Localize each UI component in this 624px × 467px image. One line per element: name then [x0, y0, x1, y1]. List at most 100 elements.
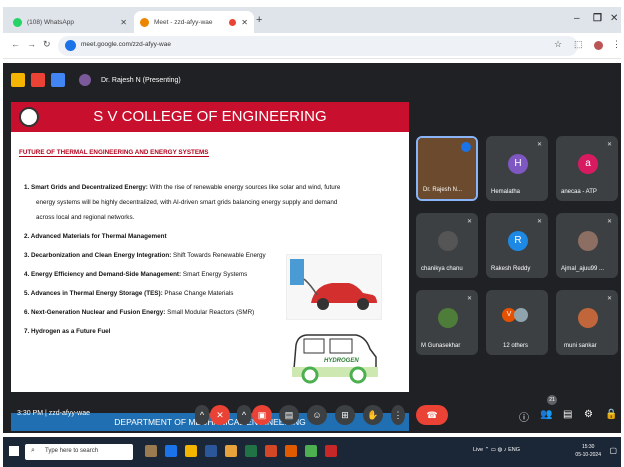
slide-point: 2. Advanced Materials for Thermal Manage…	[24, 233, 167, 240]
firefox-icon[interactable]	[285, 445, 297, 457]
record-icon[interactable]	[31, 73, 45, 87]
meeting-time: 3:30 PM | zzd-afyy-wae	[17, 410, 91, 417]
mic-off-icon: ✕	[606, 142, 612, 148]
activities-icon[interactable]: ⚙	[584, 409, 593, 420]
powerpoint-icon[interactable]	[265, 445, 277, 457]
slide-point: 4. Energy Efficiency and Demand-Side Man…	[24, 271, 248, 278]
tab-label: Meet - zzd-afyy-wae	[154, 18, 213, 26]
tab-meet[interactable]: Meet - zzd-afyy-wae ✕	[134, 11, 254, 33]
info-icon[interactable]: ⓘ	[519, 409, 529, 424]
participant-name: Hemalatha	[491, 189, 521, 195]
audio-options-icon[interactable]: ^	[195, 405, 209, 425]
slide-header: S V COLLEGE OF ENGINEERING	[11, 102, 409, 132]
emoji-button[interactable]: ☺	[307, 405, 327, 425]
browser-tab-bar: (108) WhatsApp ✕ Meet - zzd-afyy-wae ✕ +…	[3, 7, 621, 33]
notification-icon[interactable]: ▢	[609, 446, 617, 455]
participant-tile[interactable]: ✕ M Gunasekhar	[416, 290, 478, 355]
host-controls-icon[interactable]: 🔒	[605, 409, 617, 420]
participant-tile[interactable]: V 12 others	[486, 290, 548, 355]
slide-title: S V COLLEGE OF ENGINEERING	[93, 108, 327, 125]
mic-off-button[interactable]: ✕	[210, 405, 230, 425]
participant-tile[interactable]: ✕ muni sankar	[556, 290, 618, 355]
windows-start-icon[interactable]	[9, 446, 19, 456]
tab-whatsapp[interactable]: (108) WhatsApp ✕	[7, 11, 133, 33]
slide-point: 6. Next-Generation Nuclear and Fusion En…	[24, 309, 255, 316]
search-icon: ⌕	[31, 447, 35, 454]
avatar: R	[508, 231, 528, 251]
people-icon[interactable]: 👥	[540, 409, 552, 420]
app-icon[interactable]	[225, 445, 237, 457]
participant-tile[interactable]: ✕ R Rakesh Reddy	[486, 213, 548, 278]
taskbar: ⌕ Type here to search Live ⌃ ▭ ◍ ♪ ENG 1…	[3, 437, 621, 467]
file-explorer-icon[interactable]	[185, 445, 197, 457]
more-options-button[interactable]: ⋮	[391, 405, 405, 425]
tab-label: (108) WhatsApp	[27, 18, 74, 26]
leave-call-button[interactable]: ☎	[416, 405, 448, 425]
taskbar-clock[interactable]: 15:30 05-10-2024	[575, 443, 601, 459]
extensions-icon[interactable]: ⬚	[574, 39, 583, 50]
address-bar[interactable]: meet.google.com/zzd-afyy-wae	[58, 36, 578, 56]
app-icon[interactable]	[11, 73, 25, 87]
slide-point: across local and regional networks.	[36, 214, 135, 221]
participant-tile[interactable]: ✕ H Hemalatha	[486, 136, 548, 201]
site-info-icon[interactable]	[65, 40, 76, 51]
live-label: Live	[473, 447, 484, 453]
video-options-icon[interactable]: ^	[237, 405, 251, 425]
menu-icon[interactable]: ⋮	[612, 39, 621, 50]
raise-hand-button[interactable]: ✋	[363, 405, 383, 425]
chrome-icon[interactable]	[305, 445, 317, 457]
avatar	[578, 231, 598, 251]
participant-tile[interactable]: ✕ a anecaa - ATP	[556, 136, 618, 201]
participant-tile[interactable]: Dr. Rajesh N...	[416, 136, 478, 201]
speaking-icon	[461, 142, 471, 152]
back-icon[interactable]: ←	[11, 39, 20, 49]
avatar	[514, 308, 528, 322]
screen: (108) WhatsApp ✕ Meet - zzd-afyy-wae ✕ +…	[0, 0, 624, 467]
slide-subtitle: FUTURE OF THERMAL ENGINEERING AND ENERGY…	[19, 149, 209, 157]
mic-off-icon: ✕	[606, 296, 612, 302]
participant-name: Rakesh Reddy	[491, 266, 531, 272]
presenter-avatar	[79, 74, 91, 86]
slide-point: 5. Advances in Thermal Energy Storage (T…	[24, 290, 234, 297]
edge-icon[interactable]	[165, 445, 177, 457]
system-tray[interactable]: Live ⌃ ▭ ◍ ♪ ENG	[473, 447, 520, 453]
excel-icon[interactable]	[245, 445, 257, 457]
taskbar-search[interactable]: ⌕ Type here to search	[25, 444, 133, 460]
forward-icon[interactable]: →	[27, 39, 36, 49]
participant-name: Dr. Rajesh N...	[423, 187, 463, 193]
slide-point: 3. Decarbonization and Clean Energy Inte…	[24, 252, 266, 259]
close-window-icon[interactable]: ✕	[610, 13, 618, 24]
browser-toolbar: ← → ↻ meet.google.com/zzd-afyy-wae ☆ ⬚ ⋮	[3, 33, 621, 59]
presenting-bar: Dr. Rajesh N (Presenting)	[11, 69, 181, 91]
mic-off-icon: ✕	[536, 219, 542, 225]
profile-avatar[interactable]	[594, 41, 603, 50]
participant-name: Ajmal_ajuu99 ...	[561, 266, 605, 272]
reload-icon[interactable]: ↻	[43, 39, 51, 50]
new-tab-icon[interactable]: +	[256, 14, 262, 26]
participant-tile[interactable]: ✕ Ajmal_ajuu99 ...	[556, 213, 618, 278]
meet-icon	[140, 17, 149, 27]
present-button[interactable]: ⊞	[335, 405, 355, 425]
url-text: meet.google.com/zzd-afyy-wae	[81, 41, 171, 48]
captions-button[interactable]: ▤	[279, 405, 299, 425]
avatar	[438, 308, 458, 328]
pdf-icon[interactable]	[325, 445, 337, 457]
presentation-slide: S V COLLEGE OF ENGINEERING FUTURE OF THE…	[11, 102, 409, 431]
camera-off-button[interactable]: ▣	[252, 405, 272, 425]
widget-icon[interactable]	[145, 445, 157, 457]
search-placeholder: Type here to search	[45, 448, 99, 454]
chat-icon[interactable]: ▤	[563, 409, 572, 420]
bookmark-star-icon[interactable]: ☆	[554, 39, 562, 50]
minimize-icon[interactable]: –	[574, 13, 580, 24]
avatar: H	[508, 154, 528, 174]
participant-name: muni sankar	[564, 343, 597, 349]
close-icon[interactable]: ✕	[241, 18, 248, 27]
maximize-icon[interactable]: ❐	[593, 13, 602, 24]
participant-tile[interactable]: ✕ chanikya chanu	[416, 213, 478, 278]
close-icon[interactable]: ✕	[120, 18, 127, 27]
meet-controls: 3:30 PM | zzd-afyy-wae ^ ✕ ^ ▣ ▤ ☺ ⊞ ✋ ⋮…	[3, 395, 621, 433]
word-icon[interactable]	[205, 445, 217, 457]
people-icon[interactable]	[51, 73, 65, 87]
participant-name: 12 others	[503, 343, 529, 349]
avatar	[438, 231, 458, 251]
